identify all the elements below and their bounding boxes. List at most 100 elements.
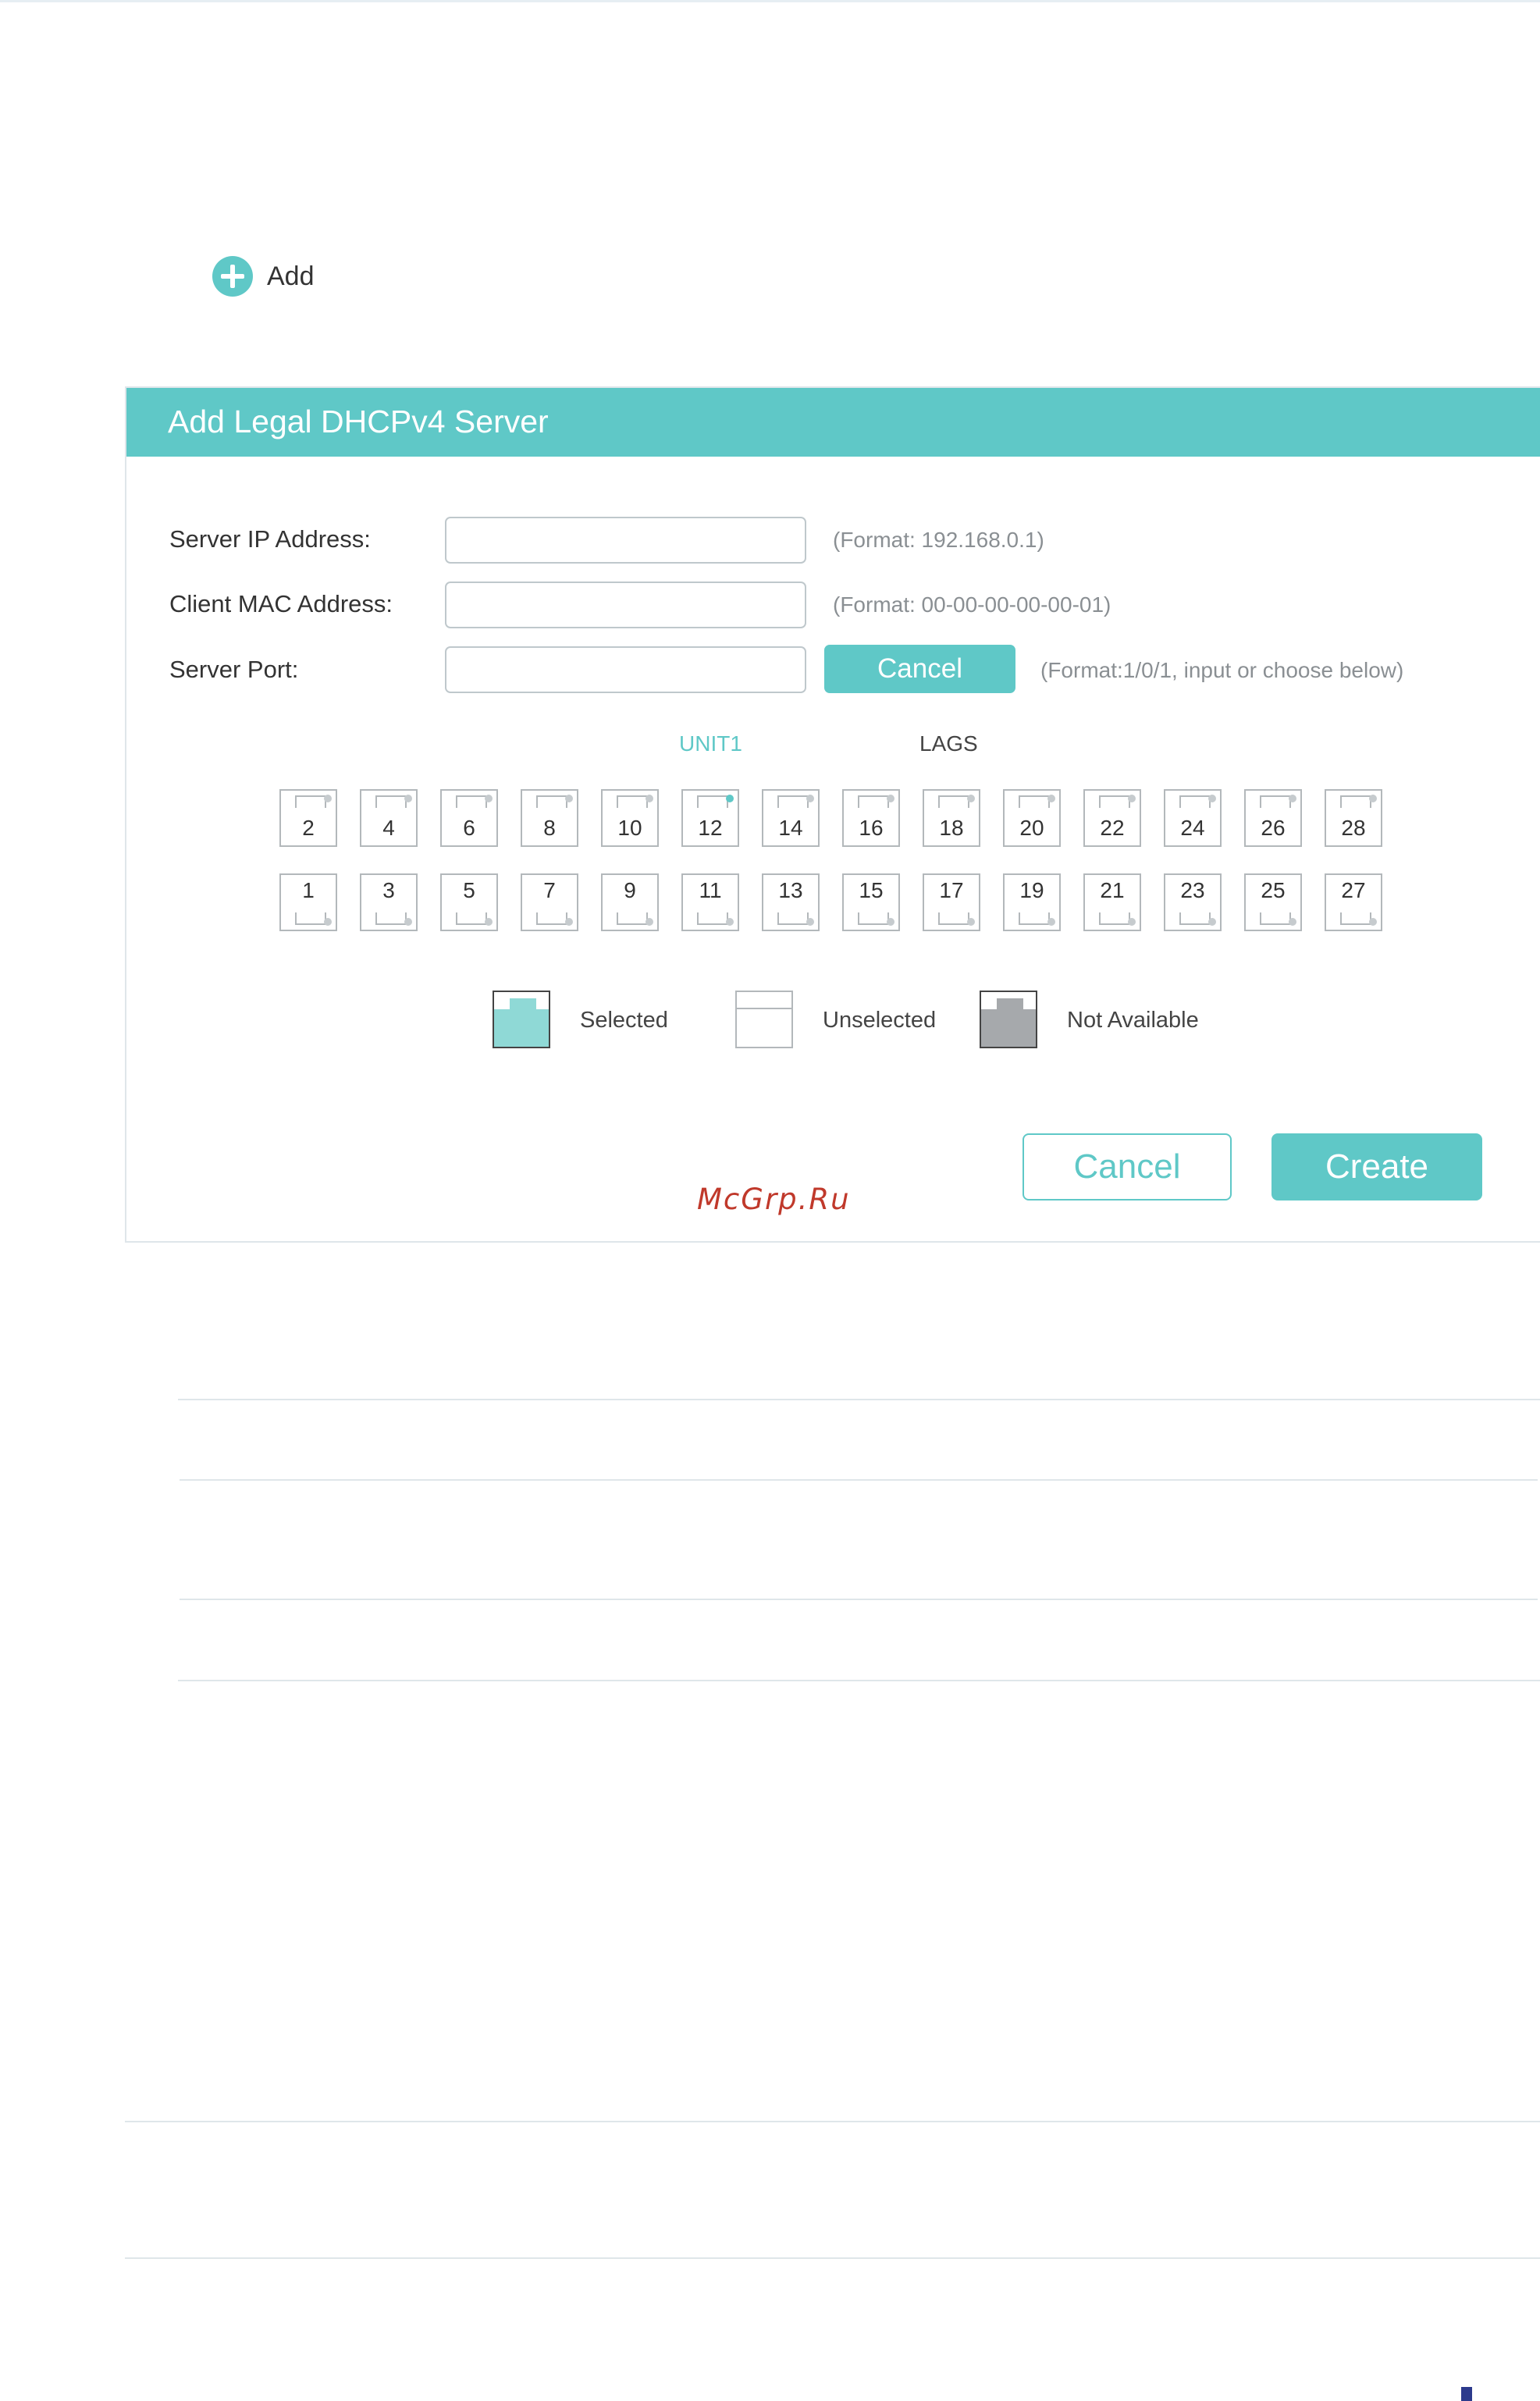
port-status-led-icon: [1208, 795, 1216, 802]
port-17[interactable]: 17: [923, 873, 980, 931]
port-22[interactable]: 22: [1083, 789, 1141, 847]
port-notch: [938, 795, 969, 808]
port-14[interactable]: 14: [762, 789, 820, 847]
port-status-led-icon: [967, 918, 975, 926]
port-notch: [1019, 795, 1050, 808]
port-number: 20: [1019, 816, 1044, 840]
tab-lags[interactable]: LAGS: [919, 731, 978, 756]
port-5[interactable]: 5: [440, 873, 498, 931]
port-number: 12: [698, 816, 723, 840]
watermark-text: McGrp.Ru: [697, 1183, 851, 1216]
port-notch: [1340, 795, 1371, 808]
port-19[interactable]: 19: [1003, 873, 1061, 931]
port-28[interactable]: 28: [1325, 789, 1382, 847]
port-number: 1: [302, 878, 315, 902]
port-notch: [375, 912, 407, 925]
port-notch: [617, 795, 648, 808]
port-number: 3: [382, 878, 395, 902]
port-notch: [536, 912, 567, 925]
server-ip-label: Server IP Address:: [169, 525, 371, 553]
port-24[interactable]: 24: [1164, 789, 1222, 847]
port-notch: [858, 912, 889, 925]
port-16[interactable]: 16: [842, 789, 900, 847]
divider-line: [178, 1680, 1540, 1681]
port-27[interactable]: 27: [1325, 873, 1382, 931]
legend-selected-label: Selected: [580, 1008, 668, 1033]
port-3[interactable]: 3: [360, 873, 418, 931]
port-notch: [1019, 912, 1050, 925]
port-7[interactable]: 7: [521, 873, 578, 931]
port-notch: [456, 912, 487, 925]
port-13[interactable]: 13: [762, 873, 820, 931]
port-notch: [617, 912, 648, 925]
port-notch: [777, 912, 809, 925]
create-button[interactable]: Create: [1271, 1133, 1482, 1200]
port-status-led-icon: [324, 795, 332, 802]
port-status-led-icon: [1289, 795, 1296, 802]
port-number: 26: [1261, 816, 1286, 840]
port-number: 13: [778, 878, 803, 902]
port-number: 5: [463, 878, 475, 902]
port-status-led-icon: [324, 918, 332, 926]
port-6[interactable]: 6: [440, 789, 498, 847]
port-2[interactable]: 2: [279, 789, 337, 847]
port-status-led-icon: [1369, 918, 1377, 926]
port-number: 4: [382, 816, 395, 840]
port-number: 17: [939, 878, 964, 902]
port-notch: [1099, 795, 1130, 808]
port-1[interactable]: 1: [279, 873, 337, 931]
port-8[interactable]: 8: [521, 789, 578, 847]
top-rule: [0, 0, 1540, 2]
port-21[interactable]: 21: [1083, 873, 1141, 931]
port-12[interactable]: 12: [681, 789, 739, 847]
port-15[interactable]: 15: [842, 873, 900, 931]
tab-unit1[interactable]: UNIT1: [679, 731, 742, 756]
port-notch: [1179, 912, 1211, 925]
divider-line: [125, 2257, 1540, 2259]
port-status-led-icon: [726, 918, 734, 926]
port-notch: [697, 912, 728, 925]
server-ip-hint: (Format: 192.168.0.1): [833, 528, 1044, 552]
add-button[interactable]: Add: [212, 256, 315, 297]
port-number: 23: [1180, 878, 1205, 902]
port-status-led-icon: [1208, 918, 1216, 926]
server-port-input[interactable]: [445, 646, 806, 693]
port-selection-cancel-button[interactable]: Cancel: [824, 645, 1015, 693]
port-status-led-icon: [726, 795, 734, 802]
port-number: 16: [859, 816, 884, 840]
port-18[interactable]: 18: [923, 789, 980, 847]
port-status-led-icon: [1128, 795, 1136, 802]
port-status-led-icon: [485, 795, 493, 802]
legend-not-available-port-shape: [981, 998, 1036, 1047]
port-notch: [1099, 912, 1130, 925]
port-notch: [1179, 795, 1211, 808]
port-notch: [456, 795, 487, 808]
port-status-led-icon: [1047, 795, 1055, 802]
port-notch: [1260, 912, 1291, 925]
legend-selected-port-shape: [494, 998, 549, 1047]
port-status-led-icon: [1047, 918, 1055, 926]
port-26[interactable]: 26: [1244, 789, 1302, 847]
port-notch: [777, 795, 809, 808]
port-number: 21: [1100, 878, 1125, 902]
port-10[interactable]: 10: [601, 789, 659, 847]
server-ip-input[interactable]: [445, 517, 806, 564]
port-status-led-icon: [967, 795, 975, 802]
divider-line: [180, 1599, 1538, 1600]
port-number: 24: [1180, 816, 1205, 840]
port-notch: [375, 795, 407, 808]
client-mac-hint: (Format: 00-00-00-00-00-01): [833, 592, 1111, 617]
port-25[interactable]: 25: [1244, 873, 1302, 931]
port-number: 11: [699, 878, 722, 902]
port-number: 2: [302, 816, 315, 840]
port-status-led-icon: [887, 795, 894, 802]
client-mac-input[interactable]: [445, 582, 806, 628]
divider-line: [180, 1479, 1538, 1481]
port-23[interactable]: 23: [1164, 873, 1222, 931]
port-11[interactable]: 11: [681, 873, 739, 931]
port-20[interactable]: 20: [1003, 789, 1061, 847]
cancel-button[interactable]: Cancel: [1023, 1133, 1232, 1200]
port-4[interactable]: 4: [360, 789, 418, 847]
port-number: 15: [859, 878, 884, 902]
port-9[interactable]: 9: [601, 873, 659, 931]
